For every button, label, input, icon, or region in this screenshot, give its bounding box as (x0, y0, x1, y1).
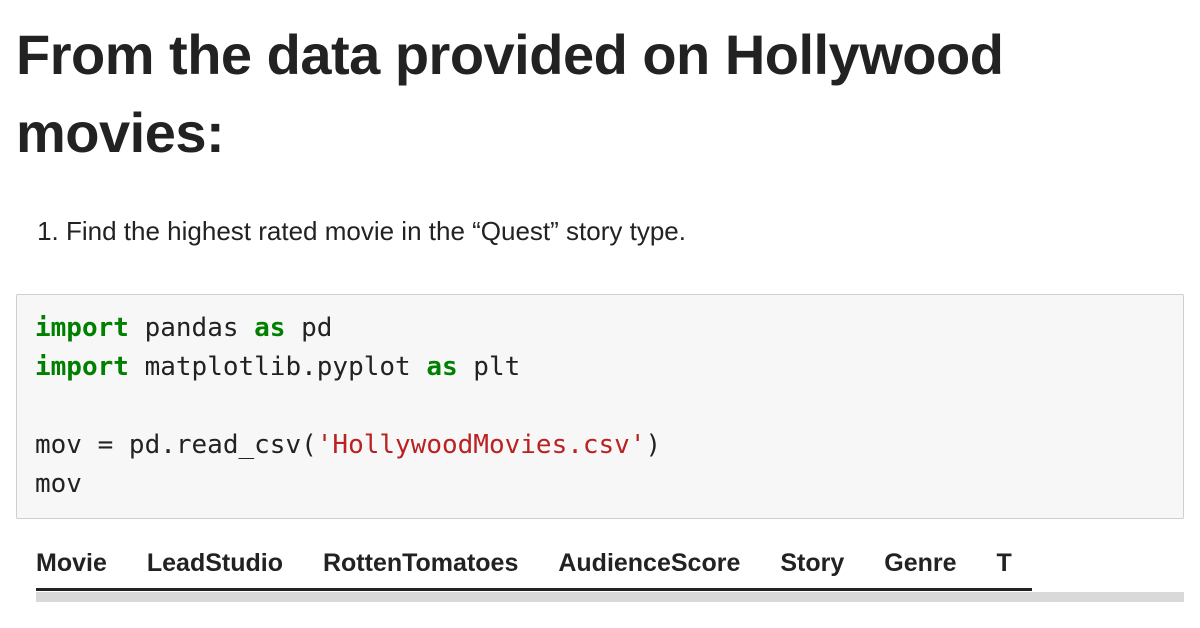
horizontal-scrollbar[interactable] (36, 592, 1184, 602)
table-header-row: Movie LeadStudio RottenTomatoes Audience… (36, 539, 1032, 590)
code-token: as (426, 352, 457, 382)
table-header: AudienceScore (538, 539, 760, 590)
code-token: import (35, 352, 129, 382)
table-header: Movie (36, 539, 127, 590)
code-token: import (35, 313, 129, 343)
code-token: 'HollywoodMovies.csv' (317, 430, 646, 460)
task-list: Find the highest rated movie in the “Que… (66, 213, 1184, 249)
code-token: pd (285, 313, 332, 343)
table-header: LeadStudio (127, 539, 303, 590)
table-header: T (977, 539, 1032, 590)
code-token: as (254, 313, 285, 343)
table-header: Story (760, 539, 864, 590)
list-item: Find the highest rated movie in the “Que… (66, 213, 1184, 249)
code-token: pandas (129, 313, 254, 343)
output-table: Movie LeadStudio RottenTomatoes Audience… (36, 539, 1184, 602)
page-heading: From the data provided on Hollywood movi… (16, 16, 1184, 173)
code-token: matplotlib.pyplot (129, 352, 426, 382)
code-cell[interactable]: import pandas as pd import matplotlib.py… (16, 294, 1184, 519)
table-header: RottenTomatoes (303, 539, 538, 590)
table-header: Genre (864, 539, 976, 590)
